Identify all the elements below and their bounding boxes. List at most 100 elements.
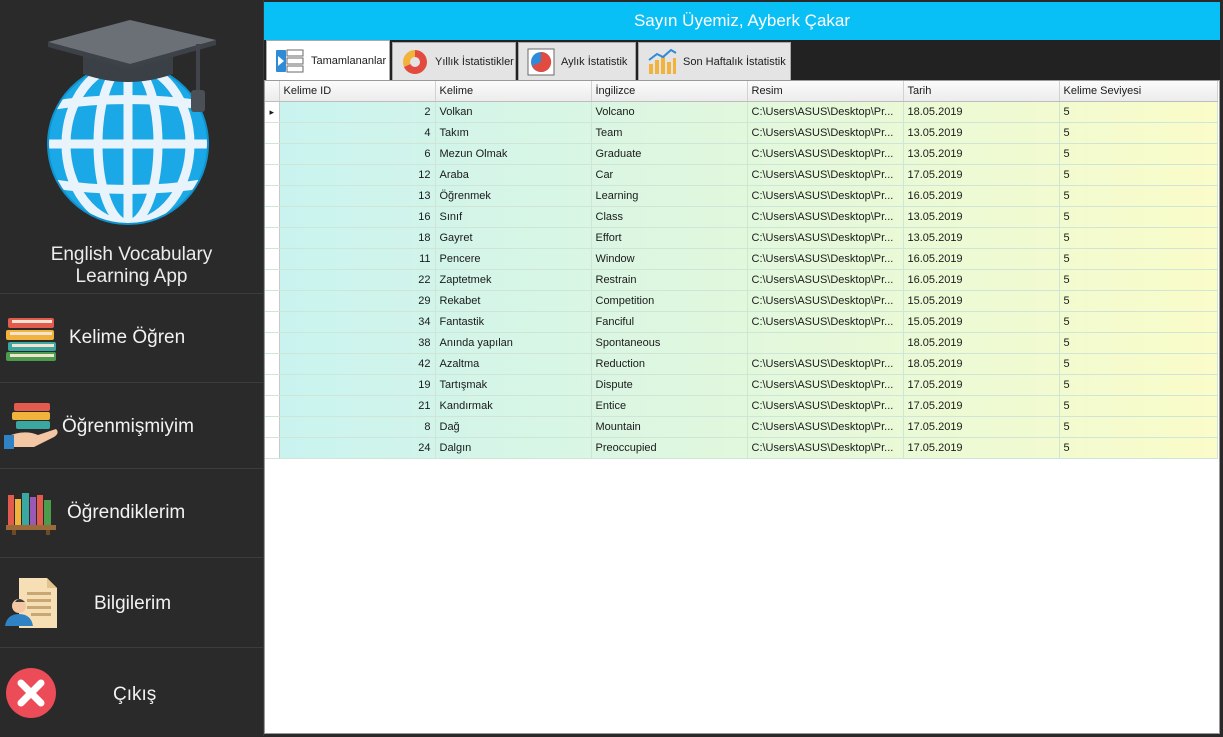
table-cell[interactable]: 16.05.2019 xyxy=(903,185,1060,207)
table-cell[interactable]: 13 xyxy=(279,185,436,207)
table-cell[interactable]: C:\Users\ASUS\Desktop\Pr... xyxy=(747,143,904,165)
table-cell[interactable]: C:\Users\ASUS\Desktop\Pr... xyxy=(747,164,904,186)
table-cell[interactable]: Window xyxy=(591,248,748,270)
table-cell[interactable]: Effort xyxy=(591,227,748,249)
table-cell[interactable]: C:\Users\ASUS\Desktop\Pr... xyxy=(747,437,904,459)
table-cell[interactable]: 18.05.2019 xyxy=(903,353,1060,375)
table-cell[interactable]: Dispute xyxy=(591,374,748,396)
table-cell[interactable]: 19 xyxy=(279,374,436,396)
table-cell[interactable]: 13.05.2019 xyxy=(903,143,1060,165)
table-cell[interactable]: 13.05.2019 xyxy=(903,206,1060,228)
column-header[interactable]: Tarih xyxy=(903,81,1060,102)
table-cell[interactable]: Azaltma xyxy=(435,353,592,375)
table-row[interactable]: 13 Öğrenmek Learning C:\Users\ASUS\Desktop\… xyxy=(265,185,1218,207)
table-cell[interactable]: C:\Users\ASUS\Desktop\Pr... xyxy=(747,374,904,396)
table-cell[interactable]: 5 xyxy=(1059,269,1218,291)
table-cell[interactable]: 17.05.2019 xyxy=(903,395,1060,417)
column-header[interactable]: Kelime ID xyxy=(279,81,436,102)
table-cell[interactable]: Gayret xyxy=(435,227,592,249)
table-cell[interactable]: Rekabet xyxy=(435,290,592,312)
table-row[interactable]: 38 Anında yapılan Spontaneous 18.05.2019 5 xyxy=(265,332,1218,354)
table-row[interactable]: 24 Dalgın Preoccupied C:\Users\ASUS\Desktop… xyxy=(265,437,1218,459)
column-header[interactable]: Kelime xyxy=(435,81,592,102)
table-cell[interactable]: 17.05.2019 xyxy=(903,164,1060,186)
table-cell[interactable]: 18.05.2019 xyxy=(903,101,1060,123)
table-cell[interactable]: C:\Users\ASUS\Desktop\Pr... xyxy=(747,248,904,270)
table-cell[interactable]: Fanciful xyxy=(591,311,748,333)
table-cell[interactable]: 5 xyxy=(1059,374,1218,396)
table-cell[interactable]: 18 xyxy=(279,227,436,249)
table-cell[interactable]: Fantastik xyxy=(435,311,592,333)
row-selector[interactable] xyxy=(265,143,280,165)
table-cell[interactable]: Competition xyxy=(591,290,748,312)
table-cell[interactable]: 6 xyxy=(279,143,436,165)
nav-my-learned[interactable]: Öğrendiklerim xyxy=(0,468,263,557)
column-header[interactable]: Resim xyxy=(747,81,904,102)
table-cell[interactable]: 22 xyxy=(279,269,436,291)
table-cell[interactable]: Graduate xyxy=(591,143,748,165)
table-row[interactable]: 19 Tartışmak Dispute C:\Users\ASUS\Desktop\… xyxy=(265,374,1218,396)
row-selector[interactable] xyxy=(265,227,280,249)
nav-am-i-learned[interactable]: Öğrenmişmiyim xyxy=(0,382,263,468)
table-cell[interactable]: Öğrenmek xyxy=(435,185,592,207)
row-selector[interactable] xyxy=(265,206,280,228)
table-cell[interactable]: Mountain xyxy=(591,416,748,438)
table-cell[interactable]: 5 xyxy=(1059,227,1218,249)
table-row[interactable]: 22 Zaptetmek Restrain C:\Users\ASUS\Desktop… xyxy=(265,269,1218,291)
row-selector[interactable] xyxy=(265,416,280,438)
table-cell[interactable]: 5 xyxy=(1059,395,1218,417)
column-header[interactable]: Kelime Seviyesi xyxy=(1059,81,1218,102)
row-selector[interactable] xyxy=(265,353,280,375)
row-selector[interactable] xyxy=(265,290,280,312)
table-cell[interactable]: 5 xyxy=(1059,101,1218,123)
row-selector[interactable] xyxy=(265,248,280,270)
table-row[interactable]: 11 Pencere Window C:\Users\ASUS\Desktop\Pr.… xyxy=(265,248,1218,270)
tab-monthly-stats[interactable]: Aylık İstatistik xyxy=(518,42,636,80)
table-cell[interactable]: 5 xyxy=(1059,185,1218,207)
column-header[interactable]: İngilizce xyxy=(591,81,748,102)
table-row[interactable]: 42 Azaltma Reduction C:\Users\ASUS\Desktop\… xyxy=(265,353,1218,375)
row-selector[interactable] xyxy=(265,395,280,417)
table-cell[interactable]: 5 xyxy=(1059,122,1218,144)
table-cell[interactable]: C:\Users\ASUS\Desktop\Pr... xyxy=(747,290,904,312)
table-cell[interactable] xyxy=(747,332,904,354)
table-cell[interactable]: Anında yapılan xyxy=(435,332,592,354)
table-cell[interactable]: Dalgın xyxy=(435,437,592,459)
table-row[interactable]: 8 Dağ Mountain C:\Users\ASUS\Desktop\Pr... 1… xyxy=(265,416,1218,438)
table-cell[interactable]: Takım xyxy=(435,122,592,144)
table-cell[interactable]: Entice xyxy=(591,395,748,417)
nav-exit[interactable]: Çıkış xyxy=(0,647,263,737)
table-row[interactable]: 4 Takım Team C:\Users\ASUS\Desktop\Pr... 13.… xyxy=(265,122,1218,144)
row-selector[interactable]: ▸ xyxy=(265,101,280,123)
tab-yearly-stats[interactable]: Yıllık İstatistikler xyxy=(392,42,516,80)
tab-weekly-stats[interactable]: Son Haftalık İstatistik xyxy=(638,42,791,80)
row-selector[interactable] xyxy=(265,185,280,207)
table-cell[interactable]: 17.05.2019 xyxy=(903,374,1060,396)
table-cell[interactable]: Pencere xyxy=(435,248,592,270)
table-cell[interactable]: C:\Users\ASUS\Desktop\Pr... xyxy=(747,101,904,123)
table-cell[interactable]: Spontaneous xyxy=(591,332,748,354)
nav-learn-words[interactable]: Kelime Öğren xyxy=(0,293,263,382)
table-cell[interactable]: Car xyxy=(591,164,748,186)
table-row[interactable]: 12 Araba Car C:\Users\ASUS\Desktop\Pr... 17.… xyxy=(265,164,1218,186)
table-cell[interactable]: C:\Users\ASUS\Desktop\Pr... xyxy=(747,122,904,144)
nav-my-info[interactable]: Bilgilerim xyxy=(0,557,263,647)
table-cell[interactable]: Mezun Olmak xyxy=(435,143,592,165)
table-cell[interactable]: 5 xyxy=(1059,206,1218,228)
table-row[interactable]: 29 Rekabet Competition C:\Users\ASUS\Deskto… xyxy=(265,290,1218,312)
table-cell[interactable]: 5 xyxy=(1059,353,1218,375)
row-selector[interactable] xyxy=(265,332,280,354)
table-cell[interactable]: 13.05.2019 xyxy=(903,122,1060,144)
table-cell[interactable]: C:\Users\ASUS\Desktop\Pr... xyxy=(747,311,904,333)
table-cell[interactable]: Kandırmak xyxy=(435,395,592,417)
table-cell[interactable]: 5 xyxy=(1059,143,1218,165)
table-cell[interactable]: Class xyxy=(591,206,748,228)
table-cell[interactable]: 21 xyxy=(279,395,436,417)
table-row[interactable]: 16 Sınıf Class C:\Users\ASUS\Desktop\Pr... 1… xyxy=(265,206,1218,228)
table-cell[interactable]: 5 xyxy=(1059,332,1218,354)
table-cell[interactable]: 5 xyxy=(1059,164,1218,186)
table-cell[interactable]: 5 xyxy=(1059,437,1218,459)
table-cell[interactable]: 17.05.2019 xyxy=(903,416,1060,438)
table-cell[interactable]: C:\Users\ASUS\Desktop\Pr... xyxy=(747,269,904,291)
table-cell[interactable]: C:\Users\ASUS\Desktop\Pr... xyxy=(747,185,904,207)
